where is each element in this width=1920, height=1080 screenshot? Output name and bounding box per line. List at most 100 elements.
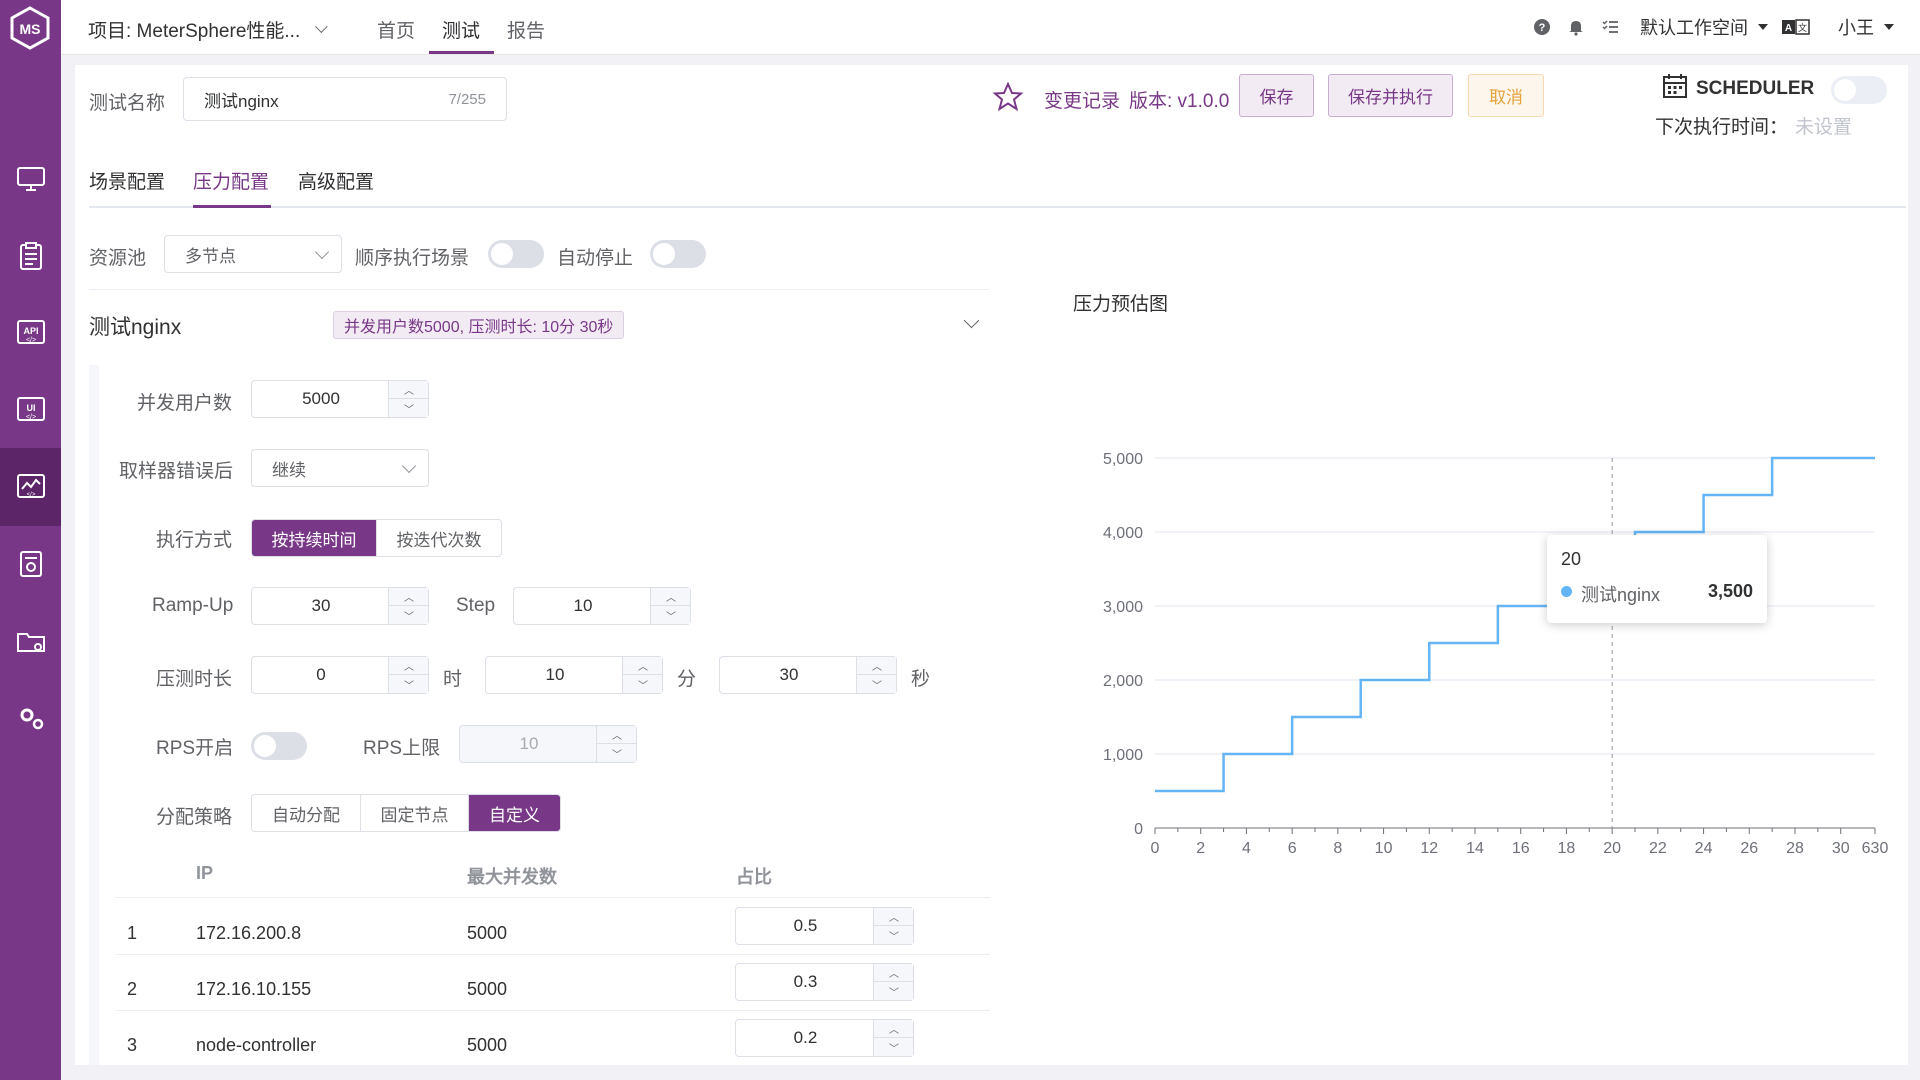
rps-enable-toggle[interactable] xyxy=(251,732,307,760)
gears-icon xyxy=(20,708,43,730)
decrease-icon[interactable]: ﹀ xyxy=(389,399,429,417)
bell-icon[interactable] xyxy=(1566,17,1586,37)
tooltip-series-name: 测试nginx xyxy=(1581,585,1661,605)
resource-pool-select[interactable]: 多节点 xyxy=(164,235,342,273)
strategy-custom[interactable]: 自定义 xyxy=(469,795,560,831)
tab-advanced-config[interactable]: 高级配置 xyxy=(298,167,374,194)
increase-icon[interactable]: ︿ xyxy=(597,726,637,744)
mode-by-duration[interactable]: 按持续时间 xyxy=(252,520,377,556)
increase-icon[interactable]: ︿ xyxy=(874,1020,914,1038)
duration-minutes-stepper[interactable]: 10 ︿ ﹀ xyxy=(485,656,663,694)
svg-text:API: API xyxy=(23,326,38,336)
task-list-icon[interactable] xyxy=(1600,17,1620,37)
star-icon[interactable] xyxy=(992,81,1024,113)
nav-test[interactable]: 测试 xyxy=(442,16,480,43)
concurrent-users-stepper[interactable]: 5000 ︿ ﹀ xyxy=(251,380,429,418)
row-max-concurrency: 5000 xyxy=(467,1035,508,1055)
increase-icon[interactable]: ︿ xyxy=(389,381,429,399)
x-tick-label: 8 xyxy=(1333,840,1342,857)
scheduler-toggle[interactable] xyxy=(1831,76,1887,104)
duration-hours-stepper[interactable]: 0 ︿ ﹀ xyxy=(251,656,429,694)
save-button[interactable]: 保存 xyxy=(1239,74,1314,117)
rps-limit-stepper[interactable]: 10 ︿ ﹀ xyxy=(459,725,637,763)
rampup-stepper[interactable]: 30 ︿ ﹀ xyxy=(251,587,429,625)
increase-icon[interactable]: ︿ xyxy=(389,657,429,675)
cancel-button[interactable]: 取消 xyxy=(1468,74,1544,117)
rps-enable-label: RPS开启 xyxy=(156,738,234,759)
sidebar-item-system-settings[interactable] xyxy=(0,679,61,757)
row-index: 2 xyxy=(127,979,138,999)
sidebar-item-performance[interactable]: </> xyxy=(0,448,61,526)
ratio-value: 0.2 xyxy=(793,1028,818,1047)
project-switcher[interactable]: 项目: MeterSphere性能... xyxy=(88,16,328,43)
rampup-label: Ramp-Up xyxy=(152,595,234,616)
concurrent-users-label: 并发用户数 xyxy=(137,393,233,414)
sidebar-item-ui[interactable]: UI </> xyxy=(0,371,61,449)
x-tick-label: 0 xyxy=(1151,840,1160,857)
collapse-chevron-icon[interactable] xyxy=(963,312,980,329)
metersphere-logo[interactable]: MS xyxy=(8,6,52,50)
mode-by-iterations[interactable]: 按迭代次数 xyxy=(377,520,501,556)
auto-stop-toggle[interactable] xyxy=(650,240,706,268)
ratio-stepper[interactable]: 0.2 ︿ ﹀ xyxy=(735,1019,914,1057)
y-tick-label: 2,000 xyxy=(1103,673,1143,690)
sidebar-item-report[interactable] xyxy=(0,525,61,603)
x-tick-label: 630 xyxy=(1862,840,1889,857)
sidebar-item-project-settings[interactable] xyxy=(0,602,61,680)
decrease-icon[interactable]: ﹀ xyxy=(623,675,663,693)
change-log-link[interactable]: 变更记录 xyxy=(1044,86,1120,113)
decrease-icon[interactable]: ﹀ xyxy=(389,675,429,693)
chevron-down-icon xyxy=(315,20,328,34)
save-and-run-button[interactable]: 保存并执行 xyxy=(1328,74,1453,117)
increase-icon[interactable]: ︿ xyxy=(874,964,914,982)
help-icon[interactable]: ? xyxy=(1532,17,1552,37)
duration-seconds-stepper[interactable]: 30 ︿ ﹀ xyxy=(719,656,897,694)
decrease-icon[interactable]: ﹀ xyxy=(597,744,637,762)
top-header: 项目: MeterSphere性能... 首页 测试 报告 ? 默认工作空间 A… xyxy=(61,0,1920,55)
y-tick-label: 5,000 xyxy=(1103,451,1143,468)
user-menu[interactable]: 小王 xyxy=(1838,14,1894,40)
sidebar-item-workbench[interactable] xyxy=(0,140,61,218)
increase-icon[interactable]: ︿ xyxy=(651,588,691,606)
decrease-icon[interactable]: ﹀ xyxy=(857,675,897,693)
x-tick-label: 18 xyxy=(1558,840,1576,857)
increase-icon[interactable]: ︿ xyxy=(857,657,897,675)
x-tick-label: 22 xyxy=(1649,840,1667,857)
x-tick-label: 14 xyxy=(1466,840,1484,857)
tooltip-value: 3,500 xyxy=(1707,581,1753,601)
test-name-input[interactable]: 测试nginx 7/255 xyxy=(183,77,507,121)
ratio-stepper[interactable]: 0.3 ︿ ﹀ xyxy=(735,963,914,1001)
rampup-value: 30 xyxy=(311,596,331,615)
language-icon[interactable]: A文 xyxy=(1782,17,1810,37)
svg-text:UI: UI xyxy=(26,403,35,413)
decrease-icon[interactable]: ﹀ xyxy=(874,926,914,944)
next-run-label: 下次执行时间： xyxy=(1655,117,1789,138)
increase-icon[interactable]: ︿ xyxy=(623,657,663,675)
ratio-stepper[interactable]: 0.5 ︿ ﹀ xyxy=(735,907,914,945)
y-tick-label: 0 xyxy=(1134,821,1143,838)
sidebar-item-tracking[interactable] xyxy=(0,217,61,295)
series-line xyxy=(1155,456,1875,793)
tab-scenario-config[interactable]: 场景配置 xyxy=(89,167,165,194)
strategy-auto[interactable]: 自动分配 xyxy=(252,795,361,831)
version-label[interactable]: 版本: v1.0.0 xyxy=(1129,86,1229,113)
increase-icon[interactable]: ︿ xyxy=(874,908,914,926)
rps-limit-label: RPS上限 xyxy=(363,738,441,759)
strategy-fixed-node[interactable]: 固定节点 xyxy=(361,795,469,831)
decrease-icon[interactable]: ﹀ xyxy=(651,606,691,624)
sidebar-item-api[interactable]: API </> xyxy=(0,294,61,372)
duration-label: 压测时长 xyxy=(156,669,233,690)
decrease-icon[interactable]: ﹀ xyxy=(389,606,429,624)
decrease-icon[interactable]: ﹀ xyxy=(874,982,914,1000)
nav-active-indicator xyxy=(429,51,494,54)
decrease-icon[interactable]: ﹀ xyxy=(874,1038,914,1056)
step-stepper[interactable]: 10 ︿ ﹀ xyxy=(513,587,691,625)
workspace-switcher[interactable]: 默认工作空间 xyxy=(1640,14,1768,40)
increase-icon[interactable]: ︿ xyxy=(389,588,429,606)
serial-execution-toggle[interactable] xyxy=(488,240,544,268)
nav-report[interactable]: 报告 xyxy=(507,16,545,43)
nav-home[interactable]: 首页 xyxy=(377,16,415,43)
sampler-error-select[interactable]: 继续 xyxy=(251,449,429,487)
svg-text:MS: MS xyxy=(20,21,41,37)
tab-pressure-config[interactable]: 压力配置 xyxy=(193,167,269,194)
